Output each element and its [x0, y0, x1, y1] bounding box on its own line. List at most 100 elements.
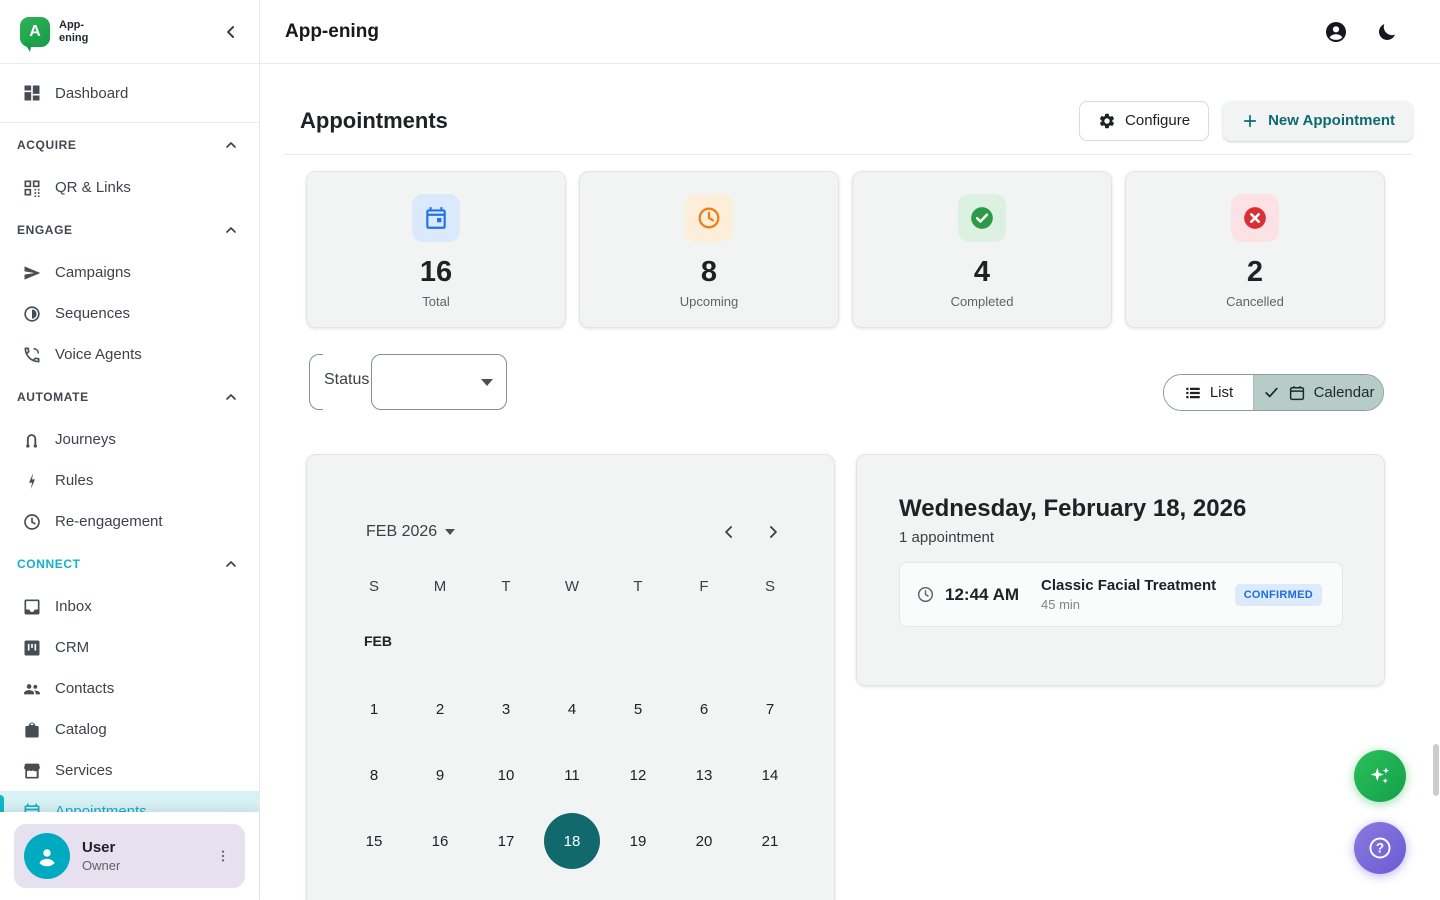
user-menu-button[interactable]: [209, 842, 237, 870]
account-circle-icon: [1324, 20, 1348, 44]
calendar-panel: FEB 2026 S M T W T F S: [306, 454, 835, 900]
day-cell[interactable]: 11: [539, 742, 605, 808]
day-cell[interactable]: 12: [605, 742, 671, 808]
phone-icon: [22, 345, 42, 365]
appointment-service: Classic Facial Treatment: [1041, 577, 1216, 594]
stat-label: Total: [422, 294, 449, 309]
kanban-icon: [22, 638, 42, 658]
clock-icon: [22, 512, 42, 532]
help-icon: ?: [1367, 835, 1393, 861]
sidebar-item-label: Dashboard: [55, 85, 128, 102]
sidebar-item-inbox[interactable]: Inbox: [0, 586, 259, 627]
sidebar-item-dashboard[interactable]: Dashboard: [0, 64, 259, 122]
plus-icon: [1241, 112, 1259, 130]
ai-assistant-button[interactable]: [1354, 750, 1406, 802]
sidebar-item-campaigns[interactable]: Campaigns: [0, 252, 259, 293]
month-tag: FEB: [364, 633, 834, 653]
bag-icon: [22, 720, 42, 740]
day-cell[interactable]: 2: [407, 676, 473, 742]
sidebar-item-label: Re-engagement: [55, 513, 163, 530]
day-cell[interactable]: 3: [473, 676, 539, 742]
topbar: App-ening: [260, 0, 1440, 64]
app-logo: A: [20, 17, 50, 47]
sidebar-item-rules[interactable]: Rules: [0, 460, 259, 501]
sidebar-item-sequences[interactable]: Sequences: [0, 293, 259, 334]
day-cell[interactable]: 16: [407, 808, 473, 874]
sidebar-item-label: Campaigns: [55, 264, 131, 281]
section-header-automate[interactable]: AUTOMATE: [0, 375, 259, 419]
stat-card-total: 16 Total: [306, 171, 566, 328]
calendar-icon: [1288, 384, 1306, 402]
day-cell[interactable]: 9: [407, 742, 473, 808]
day-cell[interactable]: 8: [341, 742, 407, 808]
svg-text:?: ?: [1376, 841, 1384, 856]
section-header-connect[interactable]: CONNECT: [0, 542, 259, 586]
day-detail-title: Wednesday, February 18, 2026: [899, 495, 1343, 523]
sidebar-collapse-button[interactable]: [221, 22, 241, 42]
user-card[interactable]: User Owner: [14, 824, 245, 888]
stat-value: 2: [1247, 256, 1263, 289]
dark-mode-button[interactable]: [1376, 21, 1398, 43]
next-month-button[interactable]: [763, 522, 783, 542]
section-header-engage[interactable]: ENGAGE: [0, 208, 259, 252]
send-icon: [22, 263, 42, 283]
appointment-time: 12:44 AM: [945, 585, 1019, 605]
day-cell[interactable]: 7: [737, 676, 803, 742]
dashboard-icon: [22, 83, 42, 103]
appointment-row[interactable]: 12:44 AM Classic Facial Treatment 45 min…: [899, 562, 1343, 627]
sidebar-item-qr-links[interactable]: QR & Links: [0, 167, 259, 208]
day-cell[interactable]: 1: [341, 676, 407, 742]
status-filter-label: Status: [324, 371, 369, 389]
calendar-icon: [423, 205, 449, 231]
calendar-grid: 1 2 3 4 5 6 7 8 9 10 11 12 13 14 15 16 1…: [341, 676, 803, 874]
day-cell[interactable]: 20: [671, 808, 737, 874]
sidebar-item-journeys[interactable]: Journeys: [0, 419, 259, 460]
sidebar-item-label: QR & Links: [55, 179, 131, 196]
day-cell-selected[interactable]: 18: [539, 808, 605, 874]
sidebar-item-label: Sequences: [55, 305, 130, 322]
day-cell[interactable]: 19: [605, 808, 671, 874]
day-cell[interactable]: 17: [473, 808, 539, 874]
stats-row: 16 Total 8 Upcoming 4 Completed: [306, 171, 1385, 328]
people-icon: [22, 679, 42, 699]
account-button[interactable]: [1324, 20, 1348, 44]
appointment-count: 1 appointment: [899, 529, 1343, 546]
scrollbar-thumb[interactable]: [1433, 744, 1439, 796]
stat-label: Upcoming: [680, 294, 739, 309]
sidebar-item-re-engagement[interactable]: Re-engagement: [0, 501, 259, 542]
sidebar-item-crm[interactable]: CRM: [0, 627, 259, 668]
day-cell[interactable]: 15: [341, 808, 407, 874]
person-icon: [34, 843, 60, 869]
day-cell[interactable]: 14: [737, 742, 803, 808]
toggle-calendar-button[interactable]: Calendar: [1254, 375, 1383, 410]
weekday-header: S M T W T F S: [341, 572, 803, 600]
day-cell[interactable]: 6: [671, 676, 737, 742]
month-selector[interactable]: FEB 2026: [366, 523, 455, 541]
help-button[interactable]: ?: [1354, 822, 1406, 874]
prev-month-button[interactable]: [719, 522, 739, 542]
section-header-acquire[interactable]: ACQUIRE: [0, 123, 259, 167]
configure-button[interactable]: Configure: [1079, 101, 1209, 141]
sidebar-item-voice-agents[interactable]: Voice Agents: [0, 334, 259, 375]
sidebar-item-catalog[interactable]: Catalog: [0, 709, 259, 750]
sparkles-icon: [1367, 763, 1393, 789]
day-cell[interactable]: 5: [605, 676, 671, 742]
page-header: Appointments Configure New Appointment: [283, 87, 1413, 155]
sidebar-item-contacts[interactable]: Contacts: [0, 668, 259, 709]
status-filter-select[interactable]: Status: [309, 354, 507, 410]
day-cell[interactable]: 10: [473, 742, 539, 808]
main-area: App-ening Appointments Configure New App…: [260, 0, 1440, 900]
check-circle-icon: [969, 205, 995, 231]
toggle-list-button[interactable]: List: [1164, 375, 1254, 410]
more-vertical-icon: [215, 848, 231, 864]
chevron-right-icon: [763, 522, 783, 542]
bolt-icon: [22, 471, 42, 491]
new-appointment-button[interactable]: New Appointment: [1223, 101, 1413, 141]
inbox-icon: [22, 597, 42, 617]
day-cell[interactable]: 4: [539, 676, 605, 742]
check-icon: [1263, 384, 1280, 401]
day-cell[interactable]: 21: [737, 808, 803, 874]
day-cell[interactable]: 13: [671, 742, 737, 808]
topbar-title: App-ening: [285, 21, 379, 43]
sidebar-item-services[interactable]: Services: [0, 750, 259, 791]
